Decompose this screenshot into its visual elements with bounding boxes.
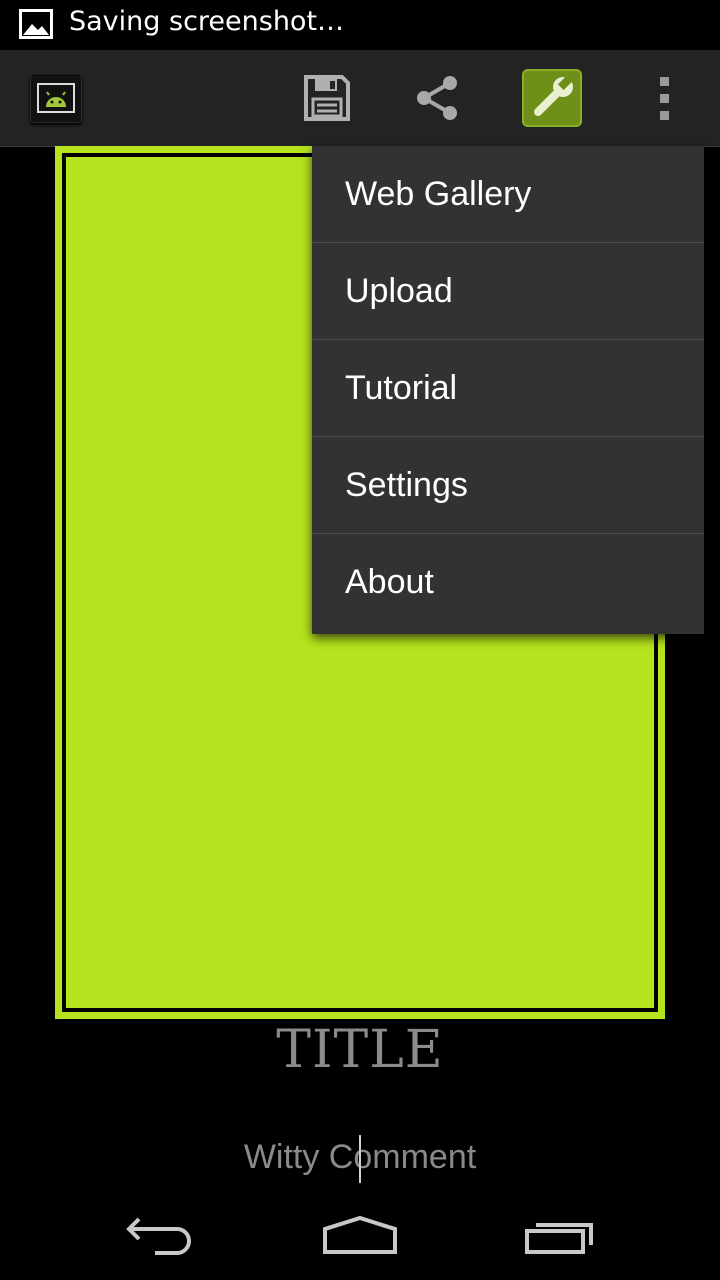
home-button[interactable]	[310, 1190, 410, 1280]
menu-item-about[interactable]: About	[312, 534, 704, 631]
back-icon	[126, 1217, 191, 1255]
overflow-menu-icon[interactable]	[640, 50, 688, 146]
menu-item-web-gallery[interactable]: Web Gallery	[312, 146, 704, 243]
recent-apps-button[interactable]	[510, 1190, 610, 1280]
back-button[interactable]	[110, 1190, 210, 1280]
navigation-bar	[0, 1190, 720, 1280]
menu-item-settings[interactable]: Settings	[312, 437, 704, 534]
overflow-menu: Web Gallery Upload Tutorial Settings Abo…	[312, 146, 704, 634]
home-icon	[323, 1215, 397, 1254]
share-icon	[417, 76, 457, 120]
tools-button[interactable]	[519, 50, 585, 146]
menu-item-upload[interactable]: Upload	[312, 243, 704, 340]
wrench-icon	[534, 75, 573, 116]
app-icon-button[interactable]	[28, 50, 84, 146]
image-icon	[19, 9, 53, 39]
save-button[interactable]	[295, 50, 359, 146]
floppy-disk-icon	[304, 75, 350, 121]
recent-apps-icon	[525, 1223, 593, 1254]
status-text: Saving screenshot…	[69, 6, 345, 37]
action-bar	[0, 50, 720, 147]
meme-title[interactable]: TITLE	[0, 1020, 720, 1080]
status-bar: Saving screenshot…	[0, 0, 720, 50]
share-button[interactable]	[405, 50, 469, 146]
menu-item-tutorial[interactable]: Tutorial	[312, 340, 704, 437]
android-app-icon	[30, 73, 82, 123]
text-cursor	[359, 1135, 361, 1183]
